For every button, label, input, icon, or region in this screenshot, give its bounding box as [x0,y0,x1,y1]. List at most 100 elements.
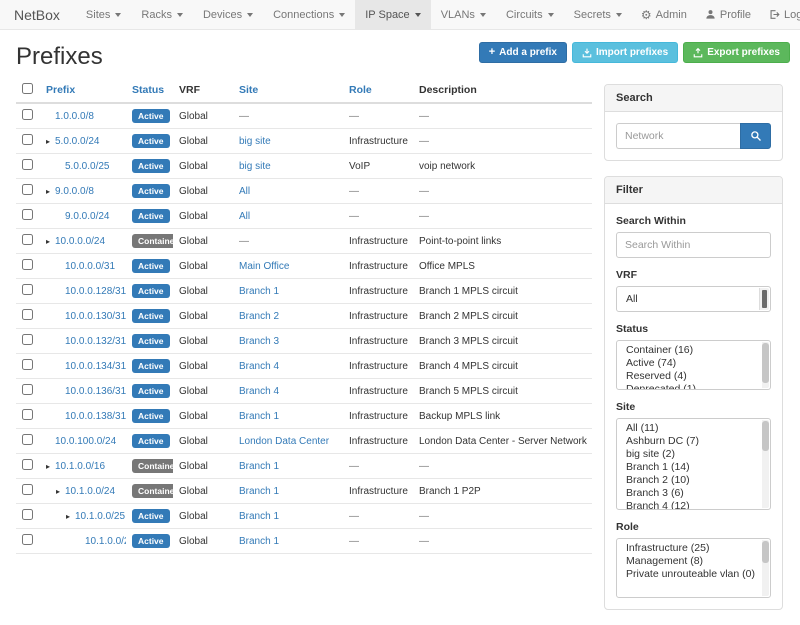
site-link[interactable]: big site [239,136,271,147]
prefix-link[interactable]: 1.0.0.0/8 [55,111,94,122]
option-item[interactable]: Branch 1 (14) [617,461,770,474]
row-checkbox[interactable] [22,284,33,295]
status-badge[interactable]: Active [132,284,170,298]
site-link[interactable]: Branch 1 [239,411,279,422]
row-checkbox[interactable] [22,259,33,270]
option-item[interactable]: Branch 3 (6) [617,487,770,500]
site-link[interactable]: big site [239,161,271,172]
nav-item-secrets[interactable]: Secrets [564,0,632,29]
status-badge[interactable]: Active [132,334,170,348]
site-link[interactable]: Branch 1 [239,461,279,472]
expand-arrow-icon[interactable]: ▸ [46,462,55,471]
site-link[interactable]: Branch 2 [239,311,279,322]
prefix-link[interactable]: 5.0.0.0/25 [65,161,109,172]
search-within-input[interactable] [616,232,771,258]
site-link[interactable]: Branch 1 [239,286,279,297]
row-checkbox[interactable] [22,534,33,545]
dropdown-control-icon[interactable] [759,288,769,310]
option-item[interactable]: All (11) [617,422,770,435]
nav-item-connections[interactable]: Connections [263,0,355,29]
option-item[interactable]: Reserved (4) [617,370,770,383]
option-item[interactable]: Branch 2 (10) [617,474,770,487]
option-item[interactable]: Deprecated (1) [617,383,770,390]
option-item[interactable]: Container (16) [617,344,770,357]
nav-item-vlans[interactable]: VLANs [431,0,496,29]
site-link[interactable]: Branch 1 [239,486,279,497]
prefix-link[interactable]: 10.0.0.134/31 [65,361,126,372]
row-checkbox[interactable] [22,209,33,220]
prefix-link[interactable]: 10.0.100.0/24 [55,436,116,447]
row-checkbox[interactable] [22,484,33,495]
row-checkbox[interactable] [22,434,33,445]
nav-item-devices[interactable]: Devices [193,0,263,29]
status-badge[interactable]: Active [132,159,170,173]
status-badge[interactable]: Active [132,134,170,148]
prefix-link[interactable]: 10.1.0.0/26 [85,536,126,547]
status-badge[interactable]: Active [132,109,170,123]
row-checkbox[interactable] [22,109,33,120]
row-checkbox[interactable] [22,334,33,345]
site-multiselect[interactable]: All (11)Ashburn DC (7)big site (2)Branch… [616,418,771,510]
prefix-link[interactable]: 10.1.0.0/25 [75,511,125,522]
prefix-link[interactable]: 10.1.0.0/16 [55,461,105,472]
status-badge[interactable]: Active [132,309,170,323]
row-checkbox[interactable] [22,184,33,195]
expand-arrow-icon[interactable]: ▸ [56,487,65,496]
column-header-status[interactable]: Status [126,78,173,103]
export-prefixes-button[interactable]: Export prefixes [683,42,790,63]
select-all-checkbox[interactable] [22,83,33,94]
status-badge[interactable]: Container [132,484,173,498]
nav-item-racks[interactable]: Racks [131,0,193,29]
site-link[interactable]: All [239,186,250,197]
prefix-link[interactable]: 10.0.0.138/31 [65,411,126,422]
option-item[interactable]: Branch 4 (12) [617,500,770,510]
option-item[interactable]: big site (2) [617,448,770,461]
status-badge[interactable]: Active [132,359,170,373]
column-header-role[interactable]: Role [343,78,413,103]
site-link[interactable]: Branch 3 [239,336,279,347]
option-item[interactable]: Ashburn DC (7) [617,435,770,448]
site-link[interactable]: Main Office [239,261,289,272]
row-checkbox[interactable] [22,384,33,395]
role-multiselect[interactable]: Infrastructure (25)Management (8)Private… [616,538,771,598]
row-checkbox[interactable] [22,409,33,420]
row-checkbox[interactable] [22,309,33,320]
status-badge[interactable]: Active [132,509,170,523]
add-a-prefix-button[interactable]: +Add a prefix [479,42,567,63]
site-link[interactable]: All [239,211,250,222]
column-header-site[interactable]: Site [233,78,343,103]
site-link[interactable]: Branch 4 [239,361,279,372]
expand-arrow-icon[interactable]: ▸ [66,512,75,521]
site-link[interactable]: Branch 4 [239,386,279,397]
search-button[interactable] [740,123,771,149]
status-badge[interactable]: Active [132,534,170,548]
status-badge[interactable]: Active [132,259,170,273]
scrollbar-thumb[interactable] [762,421,769,451]
scrollbar-thumb[interactable] [762,343,769,383]
nav-item-sites[interactable]: Sites [76,0,131,29]
site-link[interactable]: Branch 1 [239,536,279,547]
row-checkbox[interactable] [22,359,33,370]
option-item[interactable]: Private unrouteable vlan (0) [617,568,770,581]
status-multiselect[interactable]: Container (16)Active (74)Reserved (4)Dep… [616,340,771,390]
nav-item-ip-space[interactable]: IP Space [355,0,430,29]
prefix-link[interactable]: 10.0.0.0/24 [55,236,105,247]
status-badge[interactable]: Container [132,459,173,473]
status-badge[interactable]: Active [132,384,170,398]
column-header-prefix[interactable]: Prefix [40,78,126,103]
import-prefixes-button[interactable]: Import prefixes [572,42,678,63]
prefix-link[interactable]: 10.0.0.136/31 [65,386,126,397]
prefix-link[interactable]: 5.0.0.0/24 [55,136,99,147]
prefix-link[interactable]: 10.0.0.132/31 [65,336,126,347]
site-link[interactable]: London Data Center [239,436,329,447]
status-badge[interactable]: Container [132,234,173,248]
status-badge[interactable]: Active [132,184,170,198]
nav-item-admin[interactable]: ⚙Admin [632,0,696,29]
vrf-select[interactable]: All [616,286,771,312]
row-checkbox[interactable] [22,234,33,245]
navbar-brand[interactable]: NetBox [14,0,60,29]
scrollbar-thumb[interactable] [762,541,769,563]
site-link[interactable]: Branch 1 [239,511,279,522]
option-item[interactable]: Active (74) [617,357,770,370]
row-checkbox[interactable] [22,459,33,470]
